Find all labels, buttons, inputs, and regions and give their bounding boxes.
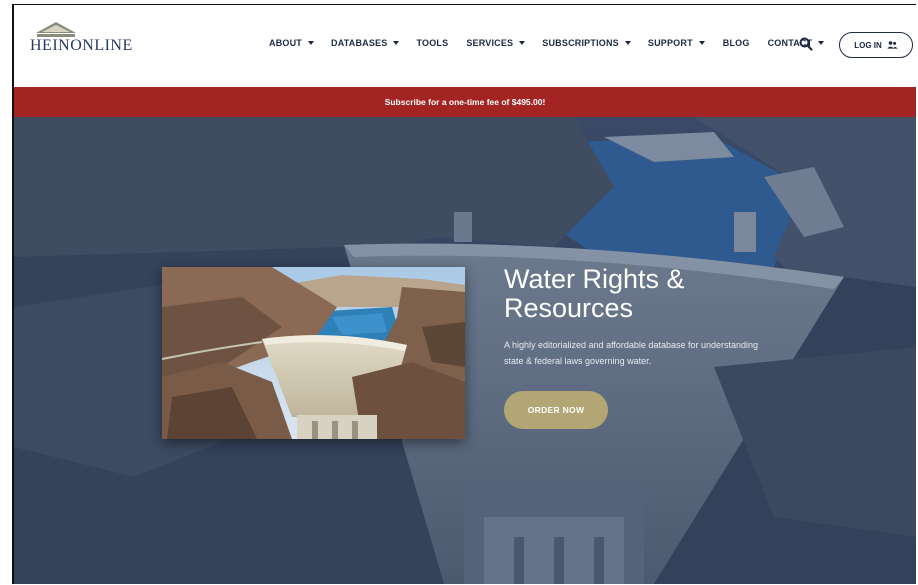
heinonline-logo[interactable]: HEINONLINE xyxy=(28,21,148,61)
nav-blog-label: BLOG xyxy=(722,38,750,48)
site-header: HEINONLINE ABOUT DATABASES TOOLS SERVICE… xyxy=(14,5,916,87)
hero-description-line1: A highly editorialized and affordable da… xyxy=(504,340,759,350)
login-label: LOG IN xyxy=(854,40,882,50)
login-button[interactable]: LOG IN xyxy=(839,32,913,58)
nav-about[interactable]: ABOUT xyxy=(269,38,314,48)
hoover-dam-photo xyxy=(162,267,465,439)
browser-frame: HEINONLINE ABOUT DATABASES TOOLS SERVICE… xyxy=(12,4,916,584)
chevron-down-icon xyxy=(624,41,631,45)
nav-databases-label: DATABASES xyxy=(331,38,388,48)
chevron-down-icon xyxy=(308,41,314,45)
hero-title: Water Rights & Resources xyxy=(504,265,844,323)
nav-tools[interactable]: TOOLS xyxy=(416,38,448,48)
nav-support-label: SUPPORT xyxy=(647,38,693,48)
logo-text: HEINONLINE xyxy=(30,37,133,54)
main-nav: ABOUT DATABASES TOOLS SERVICES SUBSCRIPT… xyxy=(269,38,825,48)
hero-title-line1: Water Rights & xyxy=(504,264,685,294)
users-icon xyxy=(887,41,898,49)
promo-banner-text: Subscribe for a one-time fee of $495.00! xyxy=(384,97,546,107)
nav-support[interactable]: SUPPORT xyxy=(648,38,705,48)
order-now-label: ORDER NOW xyxy=(527,405,585,415)
chevron-down-icon xyxy=(698,41,705,45)
order-now-button[interactable]: ORDER NOW xyxy=(504,391,608,429)
nav-services-label: SERVICES xyxy=(466,38,514,48)
chevron-down-icon xyxy=(818,41,825,45)
nav-services[interactable]: SERVICES xyxy=(466,38,526,48)
promo-banner[interactable]: Subscribe for a one-time fee of $495.00! xyxy=(14,87,916,117)
chevron-down-icon xyxy=(519,41,526,45)
hero-title-line2: Resources xyxy=(504,293,634,323)
hero-section: Water Rights & Resources A highly editor… xyxy=(14,117,916,584)
search-icon[interactable] xyxy=(799,37,813,51)
nav-databases[interactable]: DATABASES xyxy=(331,38,400,48)
chevron-down-icon xyxy=(393,41,400,45)
hero-description: A highly editorialized and affordable da… xyxy=(504,337,794,369)
nav-blog[interactable]: BLOG xyxy=(723,38,750,48)
nav-tools-label: TOOLS xyxy=(416,38,449,48)
nav-contact[interactable]: CONTACT xyxy=(768,38,825,48)
nav-subscriptions[interactable]: SUBSCRIPTIONS xyxy=(542,38,631,48)
nav-subscriptions-label: SUBSCRIPTIONS xyxy=(542,38,619,48)
nav-about-label: ABOUT xyxy=(269,38,302,48)
hero-description-line2: state & federal laws governing water. xyxy=(504,356,652,366)
